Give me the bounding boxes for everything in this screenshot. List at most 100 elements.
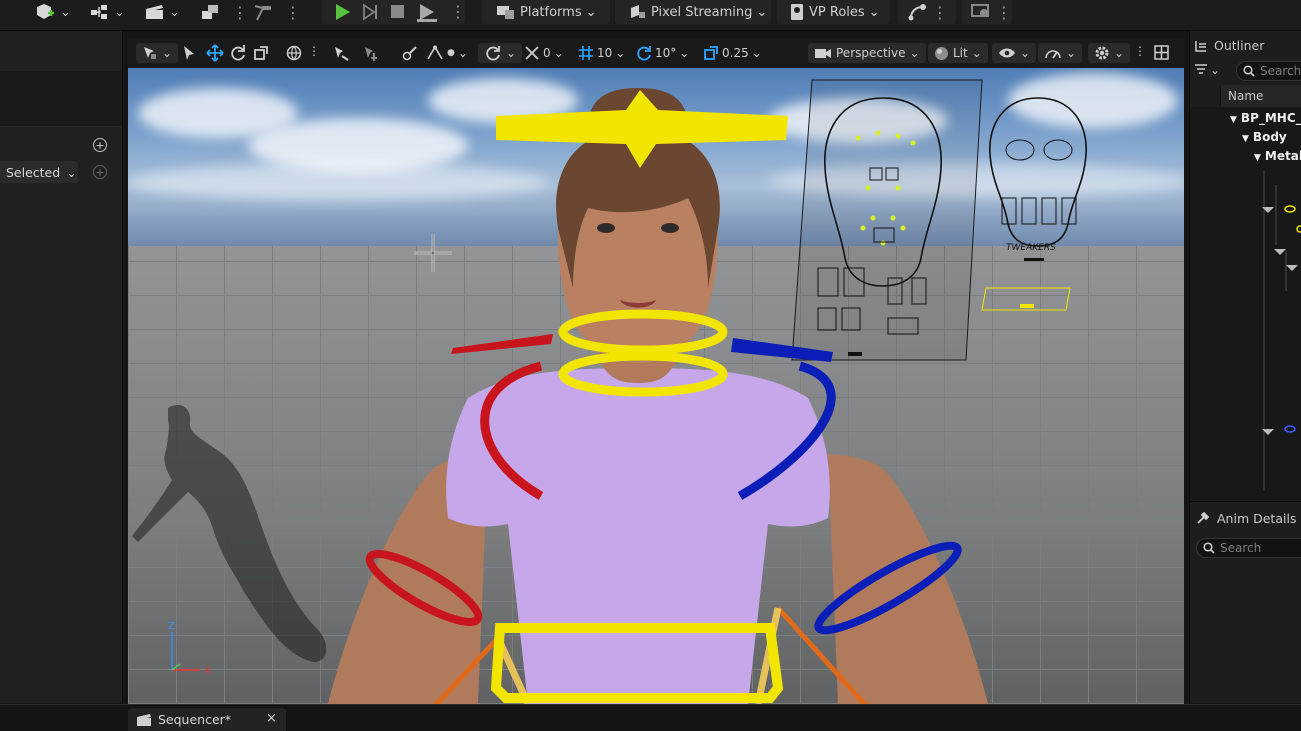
add-icon[interactable]: +	[93, 138, 107, 152]
sequencer-tab[interactable]: Sequencer* ×	[128, 708, 286, 731]
select-arrow-icon[interactable]	[182, 45, 196, 61]
vp-roles-label: VP Roles	[809, 4, 865, 20]
viewport-settings-dropdown[interactable]: ⌄	[1088, 43, 1131, 63]
eye-icon	[999, 48, 1015, 58]
add-filter-icon[interactable]: +	[93, 165, 107, 179]
more-options-icon[interactable]: ⋮	[1134, 41, 1146, 61]
chevron-down-icon: ⌄	[1066, 46, 1077, 60]
yellow-control-icon	[1296, 225, 1301, 233]
hammer-icon	[254, 5, 271, 21]
more-options-icon[interactable]: ⋮	[232, 0, 248, 24]
scale-icon[interactable]	[253, 45, 269, 61]
level-viewport[interactable]: TWEAKERS Z X	[128, 68, 1184, 704]
outliner-search-input[interactable]: Search	[1236, 61, 1301, 81]
chevron-down-icon: ⌄	[1020, 46, 1031, 60]
vp-roles-button[interactable]: VP Roles ⌄	[777, 0, 890, 24]
platforms-label: Platforms	[520, 4, 582, 20]
modeling-tools-button[interactable]	[252, 0, 274, 24]
top-toolbar: ⌄ ⌄ ⌄ ⋮ ⋮ ⋮ Platforms ⌄ Pixel Streaming …	[0, 0, 1301, 31]
select-mode-dropdown[interactable]: ⌄	[136, 43, 179, 63]
chevron-down-icon: ⌄	[909, 46, 920, 60]
angle-icon	[427, 45, 443, 60]
expand-arrow-icon: ▼	[1230, 115, 1237, 125]
eject-icon[interactable]	[416, 2, 438, 22]
grid-snap-dropdown[interactable]: 10 ⌄	[578, 43, 625, 63]
anim-details-search-input[interactable]: Search	[1196, 538, 1301, 558]
source-control-button[interactable]: ⋮	[898, 0, 956, 24]
rotation-snap-dropdown[interactable]: 10° ⌄	[636, 43, 689, 63]
globe-icon[interactable]	[286, 45, 302, 61]
outliner-name-column-header[interactable]: Name	[1220, 85, 1301, 107]
metahuman-character[interactable]	[128, 68, 1184, 704]
scale-snap-dropdown[interactable]: 0.25 ⌄	[703, 43, 762, 63]
chevron-down-icon: ⌄	[615, 46, 626, 60]
anim-details-tab[interactable]: Anim Details	[1195, 510, 1296, 526]
world-rotate-icon	[486, 46, 500, 61]
stack-icon	[202, 5, 218, 19]
more-options-icon[interactable]: ⋮	[932, 3, 948, 22]
stop-icon[interactable]	[390, 4, 405, 19]
node-snap-icon[interactable]	[402, 44, 420, 62]
outliner-tree: ▼BP_MHC_ ▼Body ▼Metah	[1190, 107, 1301, 500]
camera-icon	[815, 49, 831, 58]
performance-dropdown[interactable]: ⌄	[1038, 43, 1083, 63]
add-content-button[interactable]: ⌄	[34, 0, 71, 24]
blueprint-button[interactable]: ⌄	[90, 0, 125, 24]
grid-snap-value: 10	[597, 46, 613, 60]
more-options-icon[interactable]: ⋮	[996, 3, 1012, 22]
outliner-filter-dropdown[interactable]: ⌄	[1194, 63, 1220, 77]
chevron-down-icon: ⌄	[457, 46, 468, 60]
pixel-streaming-button[interactable]: Pixel Streaming ⌄	[615, 0, 771, 24]
coordinate-system-dropdown[interactable]: ⌄	[478, 43, 523, 63]
viewport-layout-icon[interactable]	[1154, 45, 1169, 60]
surface-snap-icon[interactable]	[332, 44, 350, 62]
cinematics-button[interactable]: ⌄	[145, 0, 180, 24]
left-panel-top-area	[0, 71, 122, 127]
sequencer-icon	[137, 713, 151, 726]
blue-control-icon	[1284, 425, 1296, 433]
search-icon	[1243, 65, 1255, 77]
more-options-icon[interactable]: ⋮	[308, 41, 320, 61]
scale-snap-icon	[704, 46, 718, 60]
show-flags-dropdown[interactable]: ⌄	[992, 43, 1037, 63]
translate-icon[interactable]	[206, 44, 224, 62]
more-options-icon[interactable]: ⋮	[450, 2, 466, 21]
lit-dropdown[interactable]: Lit ⌄	[928, 43, 988, 63]
chevron-down-icon: ⌄	[1210, 63, 1221, 77]
settings-extra-button[interactable]: ⋮	[962, 0, 1012, 24]
translate-snap-dropdown[interactable]: 0 ⌄	[524, 43, 564, 63]
expand-arrow-icon: ▼	[1242, 134, 1249, 144]
chevron-down-icon: ⌄	[756, 4, 768, 20]
perspective-dropdown[interactable]: Perspective ⌄	[808, 43, 926, 63]
chevron-down-icon: ⌄	[60, 4, 71, 20]
right-panel: Outliner ⌄ Search Name ▼ BP_MHC_ ▼ Body ▼ M…	[1189, 31, 1301, 703]
selected-filter-dropdown[interactable]: Selected ⌄	[0, 161, 78, 183]
expand-arrow-icon: ▼	[1254, 153, 1261, 163]
chevron-down-icon: ⌄	[553, 46, 564, 60]
step-forward-icon[interactable]	[362, 3, 380, 21]
perspective-label: Perspective	[836, 46, 906, 60]
platforms-button[interactable]: Platforms ⌄	[482, 0, 610, 24]
layers-button[interactable]	[200, 0, 220, 24]
outliner-item-bp-mhc[interactable]: ▼ BP_MHC_	[1230, 111, 1301, 125]
more-options-icon[interactable]: ⋮	[285, 0, 301, 24]
pixel-streaming-label: Pixel Streaming	[651, 4, 753, 20]
translate-snap-icon	[525, 46, 539, 60]
chevron-down-icon: ⌄	[679, 46, 690, 60]
rotate-icon[interactable]	[230, 44, 246, 62]
chevron-down-icon: ⌄	[162, 46, 173, 60]
gauge-icon	[1045, 50, 1061, 59]
axis-z-label: Z	[168, 621, 175, 632]
snap-angle-dropdown[interactable]: ● ⌄	[426, 43, 468, 63]
yellow-control-icon	[1284, 205, 1296, 213]
outliner-tab[interactable]: Outliner	[1194, 38, 1264, 53]
chevron-down-icon: ⌄	[1114, 46, 1125, 60]
align-actor-icon[interactable]	[362, 44, 380, 62]
outliner-item-body[interactable]: ▼ Body	[1242, 130, 1287, 144]
selected-filter-label: Selected	[6, 164, 61, 180]
play-icon[interactable]	[332, 2, 352, 22]
close-icon[interactable]: ×	[266, 711, 277, 726]
outliner-item-metahuman[interactable]: ▼Metah	[1254, 149, 1301, 163]
sequencer-tab-label: Sequencer*	[158, 712, 232, 727]
chevron-down-icon: ⌄	[971, 46, 982, 60]
